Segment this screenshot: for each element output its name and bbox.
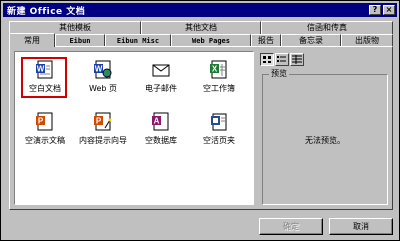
details-icon — [292, 55, 302, 64]
preview-group: 预览 无法预览。 — [262, 68, 388, 205]
access-db-icon: A — [151, 112, 171, 132]
cancel-button[interactable]: 取消 — [329, 218, 393, 235]
tab-other-documents[interactable]: 其他文档 — [141, 21, 261, 34]
template-blank-binder[interactable]: 空活页夹 — [189, 112, 249, 146]
email-icon — [151, 60, 171, 80]
svg-text:X: X — [212, 65, 218, 74]
ppt-wizard-icon: P — [93, 112, 113, 132]
item-label: 空白文档 — [29, 84, 61, 93]
tab-reports[interactable]: 报告 — [251, 34, 281, 46]
large-icons-icon — [263, 56, 271, 63]
template-blank-document[interactable]: W 空白文档 — [15, 60, 75, 94]
item-label: 空工作簿 — [203, 84, 235, 93]
close-button[interactable]: × — [383, 5, 395, 15]
title-bar: 新建 Office 文档 ? × — [3, 3, 397, 17]
details-view-button[interactable] — [290, 53, 304, 66]
svg-text:W: W — [95, 65, 103, 74]
tab-eibun-misc[interactable]: Eibun Misc — [105, 34, 171, 46]
template-blank-database[interactable]: A 空数据库 — [131, 112, 191, 146]
list-view-button[interactable] — [275, 53, 289, 66]
tab-eibun[interactable]: Eibun — [55, 34, 105, 46]
preview-message: 无法预览。 — [305, 136, 345, 145]
tab-memos[interactable]: 备忘录 — [281, 34, 341, 46]
ppt-blank-icon: P — [35, 112, 55, 132]
template-blank-workbook[interactable]: X 空工作簿 — [189, 60, 249, 94]
item-label: Web 页 — [89, 84, 117, 93]
web-page-icon: W — [93, 60, 113, 80]
item-label: 内容提示向导 — [79, 136, 127, 145]
template-icon-list[interactable]: W 空白文档 W Web 页 电子邮件 X 空工作簿 P 空演示文稿 P 内容提… — [14, 51, 254, 205]
tab-strip: 其他模板 其他文档 信函和传真 常用 Eibun Eibun Misc Web … — [9, 21, 393, 49]
item-label: 电子邮件 — [145, 84, 177, 93]
tab-web-pages[interactable]: Web Pages — [171, 34, 251, 46]
svg-text:P: P — [38, 117, 44, 126]
template-autocontent-wizard[interactable]: P 内容提示向导 — [73, 112, 133, 146]
svg-text:W: W — [37, 65, 45, 74]
template-blank-presentation[interactable]: P 空演示文稿 — [15, 112, 75, 146]
window-title: 新建 Office 文档 — [7, 7, 86, 17]
large-icons-view-button[interactable] — [260, 53, 274, 66]
item-label: 空活页夹 — [203, 136, 235, 145]
word-doc-icon: W — [35, 60, 55, 80]
preview-legend: 预览 — [269, 68, 289, 79]
tab-common[interactable]: 常用 — [9, 33, 55, 47]
tab-panel-common: W 空白文档 W Web 页 电子邮件 X 空工作簿 P 空演示文稿 P 内容提… — [9, 46, 393, 210]
item-label: 空数据库 — [145, 136, 177, 145]
binder-icon — [209, 112, 229, 132]
list-icon — [277, 56, 286, 62]
new-office-document-dialog: 新建 Office 文档 ? × 其他模板 其他文档 信函和传真 常用 Eibu… — [0, 0, 400, 241]
help-button[interactable]: ? — [369, 5, 381, 15]
item-label: 空演示文稿 — [25, 136, 65, 145]
template-email[interactable]: 电子邮件 — [131, 60, 191, 94]
template-web-page[interactable]: W Web 页 — [73, 60, 133, 94]
svg-text:A: A — [154, 117, 160, 126]
ok-button[interactable]: 确定 — [259, 218, 323, 235]
tab-letters-faxes[interactable]: 信函和传真 — [261, 21, 393, 34]
svg-text:P: P — [96, 117, 102, 126]
tab-publications[interactable]: 出版物 — [341, 34, 393, 46]
excel-workbook-icon: X — [209, 60, 229, 80]
